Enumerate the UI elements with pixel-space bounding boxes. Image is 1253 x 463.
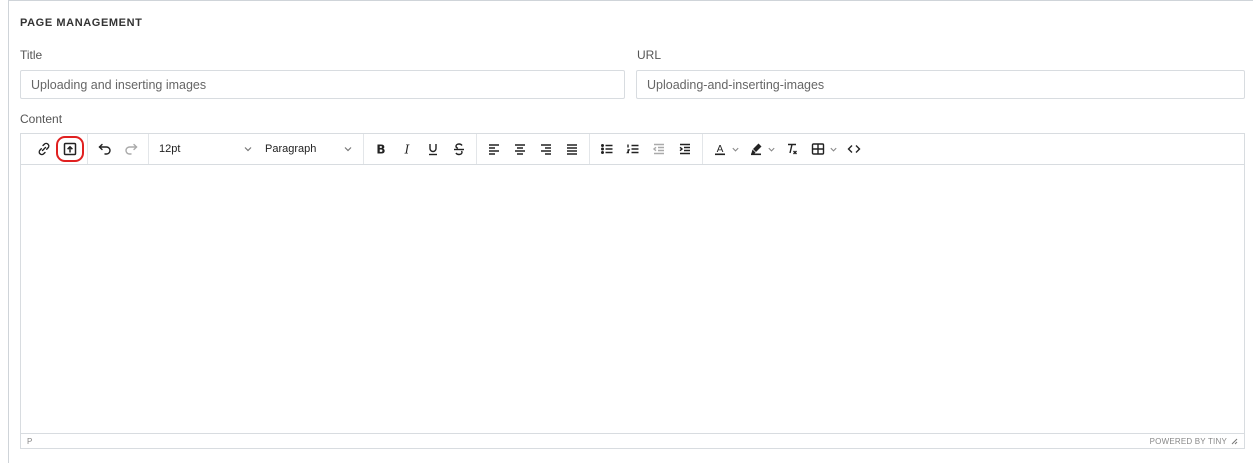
outdent-icon bbox=[652, 143, 664, 155]
link-icon bbox=[38, 142, 50, 156]
chevron-down-icon[interactable] bbox=[829, 145, 838, 154]
highlight-color-button[interactable] bbox=[743, 137, 769, 161]
color-table-group: A bbox=[703, 134, 871, 164]
format-select-group: 12pt Paragraph bbox=[149, 134, 364, 164]
rich-text-editor: 12pt Paragraph B I A P POWERED BY TINY bbox=[20, 133, 1245, 449]
underline-icon bbox=[429, 144, 437, 156]
upload-image-icon bbox=[63, 142, 77, 156]
font-size-value: 12pt bbox=[159, 143, 181, 155]
bullet-list-button[interactable] bbox=[594, 137, 620, 161]
numbered-list-icon bbox=[626, 144, 639, 154]
italic-icon: I bbox=[404, 143, 410, 157]
redo-button[interactable] bbox=[118, 137, 144, 161]
italic-button[interactable]: I bbox=[394, 137, 420, 161]
text-style-group: B I bbox=[364, 134, 477, 164]
align-left-icon bbox=[489, 144, 499, 155]
align-right-icon bbox=[541, 144, 551, 155]
underline-button[interactable] bbox=[420, 137, 446, 161]
table-icon bbox=[811, 143, 825, 155]
indent-button[interactable] bbox=[672, 137, 698, 161]
numbered-list-button[interactable] bbox=[620, 137, 646, 161]
clear-formatting-icon bbox=[788, 143, 797, 155]
title-label: Title bbox=[20, 48, 43, 62]
font-size-select[interactable]: 12pt bbox=[153, 137, 259, 161]
undo-button[interactable] bbox=[92, 137, 118, 161]
align-left-button[interactable] bbox=[481, 137, 507, 161]
block-format-value: Paragraph bbox=[265, 143, 317, 155]
strikethrough-button[interactable] bbox=[446, 137, 472, 161]
justify-button[interactable] bbox=[559, 137, 585, 161]
svg-text:I: I bbox=[404, 143, 410, 157]
highlight-color-split bbox=[743, 137, 779, 161]
block-format-select[interactable]: Paragraph bbox=[259, 137, 359, 161]
content-label: Content bbox=[20, 112, 63, 126]
bold-icon: B bbox=[376, 143, 385, 157]
align-center-icon bbox=[515, 144, 525, 155]
text-color-icon: A bbox=[715, 144, 725, 156]
text-color-split: A bbox=[707, 137, 743, 161]
url-input[interactable] bbox=[636, 70, 1245, 99]
history-group bbox=[88, 134, 149, 164]
highlighter-icon bbox=[751, 143, 762, 156]
svg-text:B: B bbox=[376, 143, 385, 157]
chevron-down-icon[interactable] bbox=[767, 145, 776, 154]
strikethrough-icon bbox=[454, 143, 464, 156]
source-code-button[interactable] bbox=[841, 137, 867, 161]
title-input[interactable] bbox=[20, 70, 625, 99]
text-color-button[interactable]: A bbox=[707, 137, 733, 161]
list-group bbox=[590, 134, 703, 164]
editor-toolbar: 12pt Paragraph B I A bbox=[21, 134, 1244, 165]
clear-formatting-button[interactable] bbox=[779, 137, 805, 161]
bold-button[interactable]: B bbox=[368, 137, 394, 161]
code-icon bbox=[847, 145, 861, 153]
insert-group bbox=[27, 134, 88, 164]
svg-text:A: A bbox=[717, 144, 724, 155]
section-title: PAGE MANAGEMENT bbox=[20, 17, 143, 29]
upload-image-button[interactable] bbox=[56, 136, 84, 162]
editor-content-area[interactable] bbox=[21, 165, 1244, 434]
page-management-panel: PAGE MANAGEMENT Title URL Content bbox=[8, 0, 1253, 463]
justify-icon bbox=[567, 144, 577, 155]
link-button[interactable] bbox=[31, 137, 57, 161]
chevron-down-icon bbox=[344, 147, 352, 152]
element-path[interactable]: P bbox=[27, 437, 32, 446]
indent-icon bbox=[679, 143, 690, 155]
redo-icon bbox=[125, 143, 138, 155]
powered-by-link[interactable]: POWERED BY TINY bbox=[1150, 437, 1227, 446]
chevron-down-icon[interactable] bbox=[731, 145, 740, 154]
outdent-button[interactable] bbox=[646, 137, 672, 161]
status-right: POWERED BY TINY bbox=[1150, 437, 1238, 446]
url-label: URL bbox=[637, 48, 662, 62]
bullet-list-icon bbox=[601, 144, 613, 154]
editor-statusbar: P POWERED BY TINY bbox=[21, 433, 1244, 448]
table-split bbox=[805, 137, 841, 161]
chevron-down-icon bbox=[244, 147, 252, 152]
align-right-button[interactable] bbox=[533, 137, 559, 161]
table-button[interactable] bbox=[805, 137, 831, 161]
resize-handle-icon[interactable] bbox=[1230, 437, 1238, 445]
alignment-group bbox=[477, 134, 590, 164]
undo-icon bbox=[98, 143, 111, 155]
align-center-button[interactable] bbox=[507, 137, 533, 161]
